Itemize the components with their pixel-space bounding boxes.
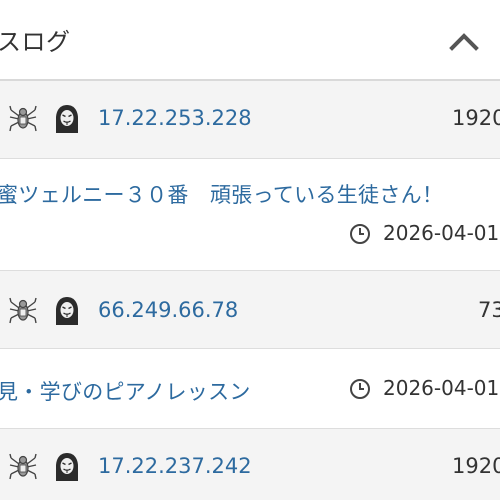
hooded-anonymous-icon [56, 453, 78, 481]
visit-count: 1920 [452, 106, 500, 130]
spider-bot-icon [9, 105, 37, 132]
clock-icon [350, 379, 370, 399]
chevron-up-icon [449, 33, 479, 51]
page-row: 見・学びのピアノレッスン 2026-04-01 [0, 349, 500, 429]
page-title-link[interactable]: 蜜ツェルニー３０番 頑張っている生徒さん！ [0, 179, 443, 209]
page-title-link[interactable]: 見・学びのピアノレッスン [0, 376, 251, 406]
panel-title: スログ [0, 28, 71, 56]
visit-count: 73 [478, 298, 500, 322]
clock-icon [350, 224, 370, 244]
visitor-row: 17.22.237.242 1920 [0, 429, 500, 500]
access-date: 2026-04-01 [383, 221, 500, 245]
panel-header: スログ [0, 0, 500, 79]
access-log-panel: スログ 17.22.253.228 1920 蜜ツェルニー３０番 頑張っている生… [0, 0, 500, 500]
spider-bot-icon [9, 453, 37, 480]
access-date: 2026-04-01 [383, 376, 500, 400]
hooded-anonymous-icon [56, 105, 78, 133]
visitor-ip-link[interactable]: 17.22.253.228 [98, 106, 252, 130]
page-row: 蜜ツェルニー３０番 頑張っている生徒さん！ 2026-04-01 [0, 159, 500, 271]
visitor-row: 17.22.253.228 1920 [0, 81, 500, 159]
visitor-ip-link[interactable]: 17.22.237.242 [98, 454, 252, 478]
visitor-ip-link[interactable]: 66.249.66.78 [98, 298, 238, 322]
visitor-row: 66.249.66.78 73 [0, 271, 500, 349]
visit-count: 1920 [452, 454, 500, 478]
hooded-anonymous-icon [56, 297, 78, 325]
spider-bot-icon [9, 297, 37, 324]
collapse-button[interactable] [444, 24, 484, 56]
